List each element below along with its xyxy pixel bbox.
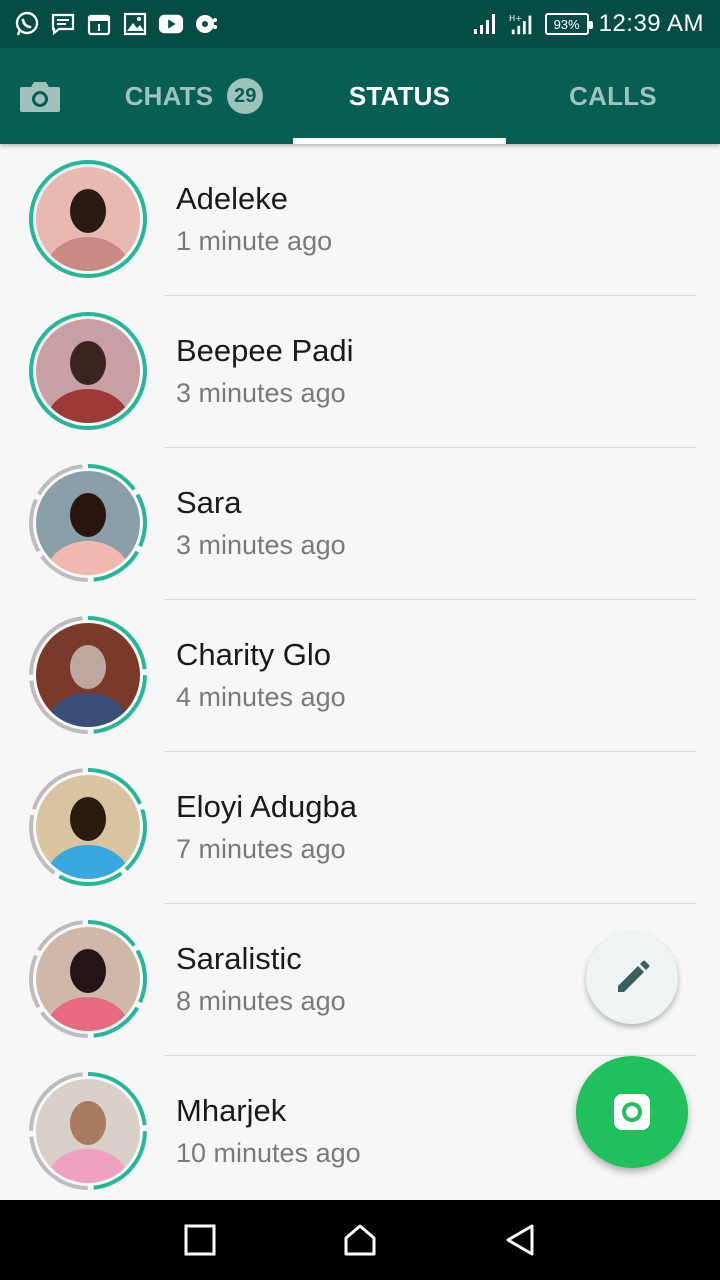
- avatar: [36, 167, 140, 271]
- contact-name: Mharjek: [176, 1093, 287, 1128]
- gallery-icon: [122, 11, 148, 37]
- status-text: Mharjek 10 minutes ago: [176, 1092, 361, 1170]
- contact-name: Eloyi Adugba: [176, 789, 357, 824]
- status-avatar-ring: [28, 159, 148, 279]
- tab-calls-label: CALLS: [569, 80, 657, 111]
- signal-icon: [473, 11, 499, 37]
- message-icon: [50, 11, 76, 37]
- avatar: [36, 471, 140, 575]
- contact-name: Beepee Padi: [176, 333, 354, 368]
- camera-icon: [614, 1094, 650, 1130]
- status-avatar-ring: [28, 919, 148, 1039]
- status-timestamp: 4 minutes ago: [176, 682, 346, 712]
- status-text: Charity Glo 4 minutes ago: [176, 636, 346, 714]
- avatar-photo: [36, 927, 140, 1031]
- status-text: Beepee Padi 3 minutes ago: [176, 332, 354, 410]
- contact-name: Charity Glo: [176, 637, 332, 672]
- avatar-photo: [36, 1079, 140, 1183]
- avatar: [36, 623, 140, 727]
- calendar-icon: [86, 11, 112, 37]
- clock: 12:39 AM: [598, 10, 704, 37]
- whatsapp-icon: [14, 11, 40, 37]
- system-status-bar: H+ 93% 12:39 AM: [0, 0, 720, 48]
- status-list: Adeleke 1 minute ago Beepee Padi 3 minutes …: [0, 144, 720, 1208]
- status-avatar-ring: [28, 767, 148, 887]
- avatar-photo: [36, 319, 140, 423]
- tab-chats-label: CHATS: [124, 80, 214, 111]
- active-tab-indicator: [293, 138, 506, 144]
- contact-name: Adeleke: [176, 181, 289, 216]
- unread-chats-badge: 29: [227, 78, 264, 114]
- status-text: Adeleke 1 minute ago: [176, 180, 332, 258]
- tab-chats[interactable]: CHATS 29: [96, 48, 292, 144]
- status-timestamp: 1 minute ago: [176, 226, 333, 256]
- back-icon: [506, 1224, 534, 1256]
- youtube-icon: [158, 11, 184, 37]
- status-timestamp: 10 minutes ago: [176, 1138, 361, 1168]
- status-row[interactable]: Beepee Padi 3 minutes ago: [0, 296, 720, 448]
- home-icon: [344, 1224, 376, 1256]
- back-button[interactable]: [496, 1216, 544, 1264]
- pencil-icon: [618, 960, 650, 992]
- status-text: Eloyi Adugba 7 minutes ago: [176, 788, 357, 866]
- signal-ht-icon: H+: [509, 11, 535, 37]
- camera-tab[interactable]: [18, 76, 62, 116]
- tab-calls[interactable]: CALLS: [506, 48, 720, 144]
- battery-indicator: 93%: [544, 13, 593, 35]
- camera-icon: [20, 82, 60, 112]
- status-row[interactable]: Sara 3 minutes ago: [0, 448, 720, 600]
- avatar: [36, 1079, 140, 1183]
- music-icon: [194, 11, 220, 37]
- square-icon: [184, 1224, 216, 1256]
- battery-level: 93%: [553, 16, 580, 32]
- text-status-button[interactable]: [586, 932, 678, 1024]
- status-timestamp: 3 minutes ago: [176, 530, 346, 560]
- avatar-photo: [36, 167, 140, 271]
- recent-apps-button[interactable]: [176, 1216, 224, 1264]
- status-timestamp: 8 minutes ago: [176, 986, 346, 1016]
- status-avatar-ring: [28, 615, 148, 735]
- system-navigation-bar: [0, 1200, 720, 1280]
- status-text: Saralistic 8 minutes ago: [176, 940, 346, 1018]
- avatar-photo: [36, 775, 140, 879]
- status-timestamp: 7 minutes ago: [176, 834, 346, 864]
- tab-status[interactable]: STATUS: [293, 48, 506, 144]
- status-timestamp: 3 minutes ago: [176, 378, 346, 408]
- status-row[interactable]: Charity Glo 4 minutes ago: [0, 600, 720, 752]
- avatar-photo: [36, 471, 140, 575]
- status-row[interactable]: Adeleke 1 minute ago: [0, 144, 720, 296]
- avatar: [36, 319, 140, 423]
- status-row[interactable]: Eloyi Adugba 7 minutes ago: [0, 752, 720, 904]
- svg-text:H+: H+: [509, 13, 522, 23]
- contact-name: Sara: [176, 485, 242, 520]
- avatar: [36, 927, 140, 1031]
- contact-name: Saralistic: [176, 941, 302, 976]
- home-button[interactable]: [336, 1216, 384, 1264]
- camera-status-button[interactable]: [576, 1056, 688, 1168]
- tab-status-label: STATUS: [348, 80, 451, 111]
- status-avatar-ring: [28, 311, 148, 431]
- notification-icons: [14, 9, 220, 39]
- status-text: Sara 3 minutes ago: [176, 484, 346, 562]
- avatar: [36, 775, 140, 879]
- app-bar: CHATS 29 STATUS CALLS: [0, 48, 720, 144]
- status-avatar-ring: [28, 463, 148, 583]
- system-icons: H+ 93% 12:39 AM: [473, 8, 704, 40]
- status-avatar-ring: [28, 1071, 148, 1191]
- avatar-photo: [36, 623, 140, 727]
